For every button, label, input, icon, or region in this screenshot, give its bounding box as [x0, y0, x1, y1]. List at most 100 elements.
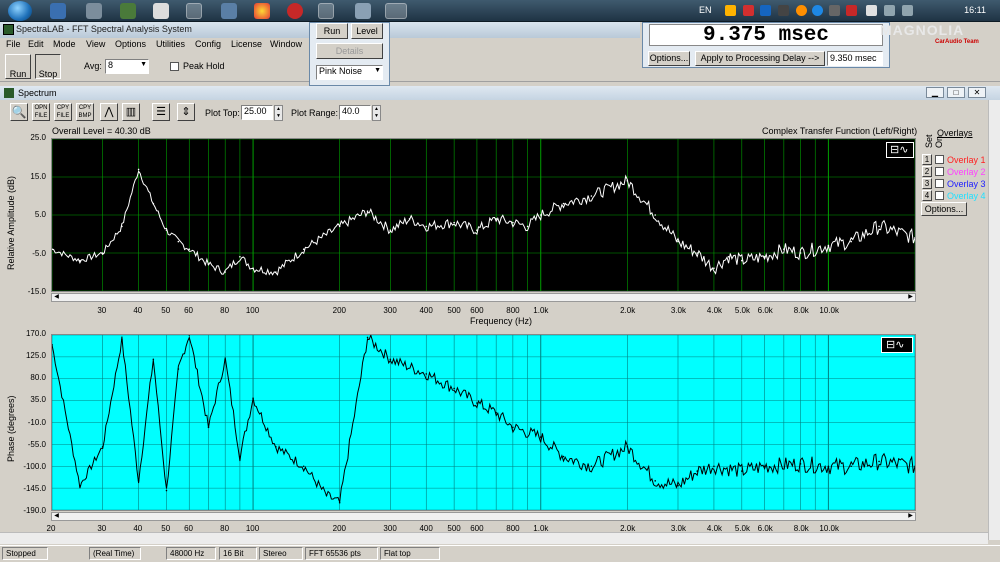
- apply-delay-button[interactable]: Apply to Processing Delay -->: [695, 51, 825, 66]
- amplitude-plot[interactable]: [51, 138, 916, 292]
- overlay-checkbox[interactable]: [935, 155, 944, 164]
- plot-range-spinner[interactable]: ▲ ▼: [372, 105, 381, 121]
- taskbar-app-icon[interactable]: [153, 3, 169, 19]
- bar-view-icon[interactable]: ▥: [122, 103, 140, 121]
- menu-license[interactable]: License: [231, 39, 262, 49]
- overlay-set-button[interactable]: 3: [922, 178, 932, 189]
- overlay-checkbox[interactable]: [935, 167, 944, 176]
- taskbar-app-icon[interactable]: [318, 3, 334, 19]
- menu-options[interactable]: Options: [115, 39, 146, 49]
- menu-utilities[interactable]: Utilities: [156, 39, 185, 49]
- taskbar-app-icon[interactable]: [385, 3, 407, 19]
- generator-level-label: Level: [356, 26, 378, 36]
- language-indicator[interactable]: EN: [699, 5, 712, 15]
- plot-top-input[interactable]: 25.00: [241, 105, 273, 120]
- x-tick-label: 6.0k: [757, 306, 773, 315]
- generator-run-button[interactable]: Run: [316, 23, 348, 39]
- peak-view-icon[interactable]: ⋀: [100, 103, 118, 121]
- menu-file[interactable]: File: [6, 39, 21, 49]
- data-point: [763, 256, 766, 258]
- data-point: [713, 465, 715, 468]
- generator-popup: Run Level Details Pink Noise ▼: [309, 22, 390, 86]
- start-button[interactable]: [8, 1, 32, 21]
- data-point: [495, 411, 497, 414]
- overlay-options-button[interactable]: Options...: [921, 202, 967, 216]
- overlay-set-button[interactable]: 1: [922, 154, 932, 165]
- volume-icon[interactable]: [902, 5, 913, 16]
- overlay-checkbox[interactable]: [935, 191, 944, 200]
- zoom-icon[interactable]: 🔍: [10, 103, 28, 121]
- scroll-left-icon[interactable]: ◀: [52, 513, 61, 520]
- taskbar-app-icon[interactable]: [221, 3, 237, 19]
- minimize-button[interactable]: ▁: [926, 87, 944, 98]
- signal-value: Pink Noise: [319, 66, 363, 76]
- tray-icon[interactable]: [866, 5, 877, 16]
- taskbar-app-icon[interactable]: [86, 3, 102, 19]
- taskbar-spectralab-icon[interactable]: [186, 3, 202, 19]
- window-horizontal-scrollbar[interactable]: [0, 532, 988, 544]
- x-tick-label: 60: [184, 306, 194, 315]
- menu-config[interactable]: Config: [195, 39, 221, 49]
- copy-bmp-icon[interactable]: CPY BMP: [76, 103, 94, 121]
- tray-icon[interactable]: [812, 5, 823, 16]
- data-point: [799, 463, 802, 465]
- data-point: [783, 248, 785, 250]
- amplitude-scrollbar[interactable]: ◀ ▶: [51, 293, 916, 302]
- open-file-icon[interactable]: OPN FILE: [32, 103, 50, 121]
- data-point: [338, 501, 341, 504]
- menu-window[interactable]: Window: [270, 39, 302, 49]
- avg-select[interactable]: 8 ▼: [105, 59, 149, 74]
- tray-icon[interactable]: [743, 5, 754, 16]
- tray-icon[interactable]: [778, 5, 789, 16]
- overlay-set-button[interactable]: 4: [922, 190, 932, 201]
- delay-options-button[interactable]: Options...: [648, 51, 690, 66]
- settings-list-icon[interactable]: ☰: [152, 103, 170, 121]
- flag-icon[interactable]: [760, 5, 771, 16]
- run-button[interactable]: Run: [5, 54, 31, 79]
- phase-plot[interactable]: [51, 334, 916, 511]
- data-point: [696, 470, 699, 472]
- data-point: [526, 225, 529, 228]
- close-button[interactable]: ✕: [968, 87, 986, 98]
- scroll-left-icon[interactable]: ◀: [52, 294, 61, 301]
- menu-edit[interactable]: Edit: [28, 39, 44, 49]
- details-button[interactable]: Details: [316, 43, 383, 59]
- data-point: [425, 225, 428, 228]
- taskbar-chrome-icon[interactable]: [254, 3, 270, 19]
- taskbar-app-icon[interactable]: [287, 3, 303, 19]
- generator-level-button[interactable]: Level: [351, 23, 383, 39]
- statusbar: Stopped (Real Time) 48000 Hz 16 Bit Ster…: [0, 545, 1000, 562]
- scroll-right-icon[interactable]: ▶: [906, 294, 915, 301]
- tray-icon[interactable]: [829, 5, 840, 16]
- menu-mode[interactable]: Mode: [53, 39, 76, 49]
- data-point: [389, 358, 392, 361]
- scroll-right-icon[interactable]: ▶: [906, 513, 915, 520]
- phase-scrollbar[interactable]: ◀ ▶: [51, 512, 916, 521]
- stop-button[interactable]: Stop: [35, 54, 61, 79]
- tray-icon[interactable]: [725, 5, 736, 16]
- plot-mode-icon[interactable]: ⊟∿: [881, 337, 913, 353]
- plot-mode-icon[interactable]: ⊟∿: [886, 142, 914, 158]
- plot-range-input[interactable]: 40.0: [339, 105, 371, 120]
- chevron-down-icon: ▼: [140, 61, 147, 68]
- taskbar-app-icon[interactable]: [120, 3, 136, 19]
- menu-view[interactable]: View: [86, 39, 105, 49]
- network-icon[interactable]: [884, 5, 895, 16]
- overlay-checkbox[interactable]: [935, 179, 944, 188]
- peak-hold-checkbox[interactable]: [170, 62, 179, 71]
- tray-icon[interactable]: [846, 5, 857, 16]
- taskbar-app-icon[interactable]: [50, 3, 66, 19]
- maximize-button[interactable]: □: [947, 87, 965, 98]
- scale-icon[interactable]: ⇕: [177, 103, 195, 121]
- data-point: [52, 343, 53, 346]
- data-point: [741, 470, 743, 472]
- applied-delay-field[interactable]: 9.350 msec: [827, 51, 883, 66]
- tray-icon[interactable]: [796, 5, 807, 16]
- overlay-set-button[interactable]: 2: [922, 166, 932, 177]
- plot-top-spinner[interactable]: ▲ ▼: [274, 105, 283, 121]
- taskbar-app-icon[interactable]: [355, 3, 371, 19]
- copy-file-icon[interactable]: CPY FILE: [54, 103, 72, 121]
- window-vertical-scrollbar[interactable]: [988, 100, 1000, 540]
- signal-select[interactable]: Pink Noise ▼: [316, 65, 383, 80]
- clock[interactable]: 16:11: [964, 5, 986, 15]
